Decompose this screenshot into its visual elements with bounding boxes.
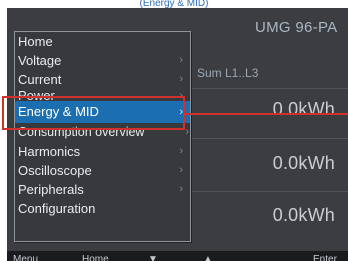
- chevron-right-icon: ›: [179, 54, 183, 66]
- chevron-right-icon: ›: [179, 145, 183, 157]
- menu-item-label: Voltage: [18, 53, 62, 68]
- menu-item-oscilloscope[interactable]: Oscilloscope ›: [15, 161, 190, 180]
- highlight-box: [2, 96, 185, 130]
- chevron-right-icon: ›: [179, 183, 183, 195]
- softkey-home[interactable]: Home: [82, 251, 109, 261]
- menu-item-home[interactable]: Home: [15, 32, 190, 51]
- energy-value-3: 0.0kWh: [272, 205, 335, 225]
- page-caption: (Energy & MID): [139, 0, 209, 8]
- energy-value-2: 0.0kWh: [272, 153, 335, 173]
- softkey-enter[interactable]: Enter: [313, 251, 337, 261]
- menu-item-peripherals[interactable]: Peripherals ›: [15, 180, 190, 199]
- menu-item-configuration[interactable]: Configuration: [15, 199, 190, 218]
- sum-label: Sum L1..L3: [197, 66, 259, 80]
- menu-item-label: Oscilloscope: [18, 163, 92, 178]
- menu-item-label: Current: [18, 72, 62, 87]
- chevron-right-icon: ›: [185, 126, 189, 138]
- row-separator: [187, 138, 348, 139]
- arrow-down-icon[interactable]: ▼: [148, 251, 158, 261]
- callout-line: [185, 113, 348, 115]
- menu-item-harmonics[interactable]: Harmonics ›: [15, 142, 190, 161]
- row-separator: [187, 88, 348, 89]
- chevron-right-icon: ›: [179, 164, 183, 176]
- row-separator: [187, 191, 348, 192]
- softkey-menu[interactable]: Menu: [13, 251, 38, 261]
- softkey-bar: Menu Home ▼ ▲ Enter: [7, 251, 348, 261]
- energy-value-1: 0.0kWh: [272, 99, 335, 119]
- chevron-right-icon: ›: [179, 73, 183, 85]
- menu-item-label: Configuration: [18, 201, 96, 216]
- main-menu: Home Voltage › Current › Power › Energy …: [14, 31, 191, 242]
- menu-item-voltage[interactable]: Voltage ›: [15, 51, 190, 70]
- arrow-up-icon[interactable]: ▲: [203, 251, 213, 261]
- menu-item-current[interactable]: Current ›: [15, 70, 190, 89]
- menu-item-label: Harmonics: [18, 144, 81, 159]
- menu-item-label: Home: [18, 34, 53, 49]
- device-screen: UMG 96-PA Sum L1..L3 0.0kWh 0.0kWh 0.0kW…: [7, 8, 348, 261]
- device-title: UMG 96-PA: [255, 19, 338, 36]
- menu-item-label: Peripherals: [18, 182, 84, 197]
